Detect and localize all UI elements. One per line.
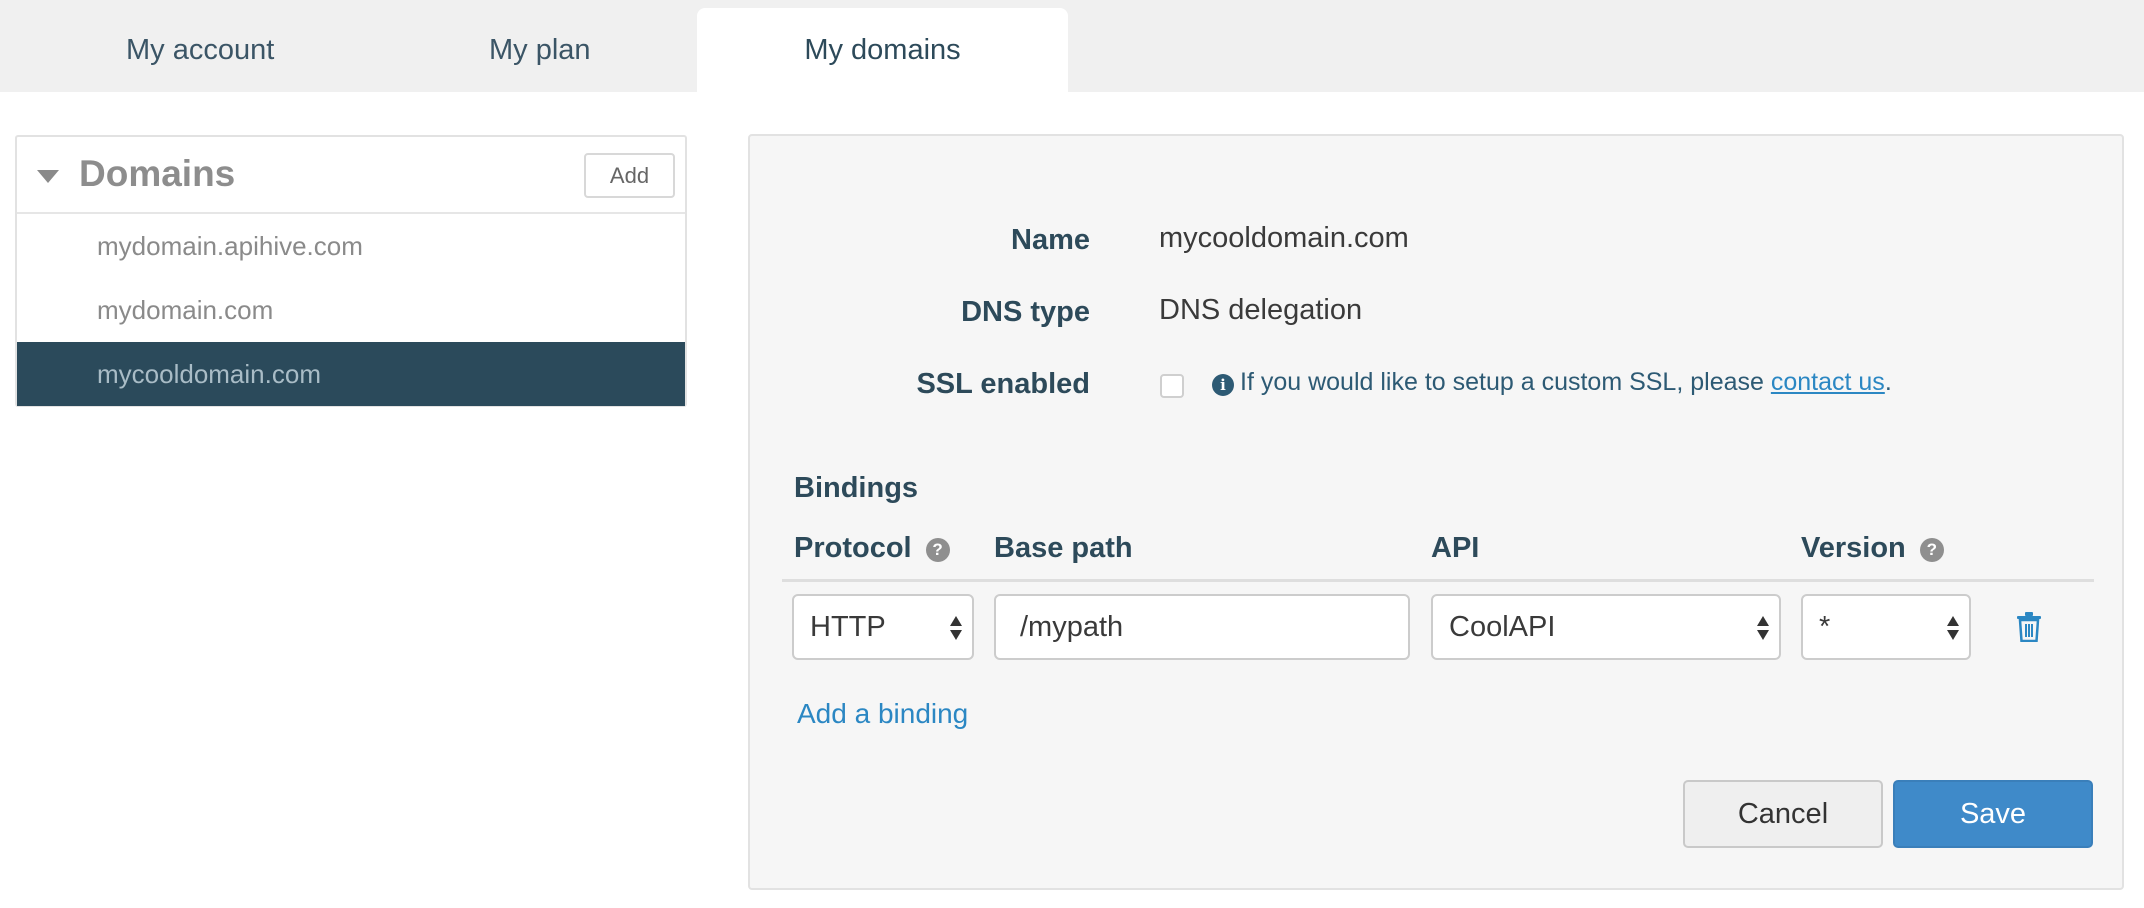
ssl-note-end: .	[1884, 368, 1892, 396]
bindings-title: Bindings	[794, 472, 919, 504]
version-select-value: *	[1819, 610, 1831, 643]
version-header: Version?	[1801, 532, 1944, 565]
tab-bar: My account My plan My domains	[0, 0, 2144, 92]
name-label: Name	[1011, 224, 1090, 256]
api-header: API	[1431, 532, 1480, 564]
caret-down-icon[interactable]	[37, 170, 59, 183]
protocol-header: Protocol?	[794, 532, 950, 565]
domains-title: Domains	[79, 153, 236, 194]
domain-item-mycooldomain[interactable]: mycooldomain.com	[17, 342, 685, 406]
protocol-help-icon[interactable]: ?	[925, 538, 950, 562]
dns-type-label: DNS type	[961, 296, 1090, 328]
name-value: mycooldomain.com	[1159, 222, 1409, 254]
ssl-note-text: If you would like to setup a custom SSL,…	[1240, 368, 1764, 396]
version-select[interactable]: *	[1801, 594, 1971, 660]
tab-my-plan[interactable]: My plan	[420, 8, 660, 92]
select-arrows-icon	[950, 614, 962, 642]
domains-header: Domains Add	[17, 137, 685, 214]
protocol-header-label: Protocol	[794, 532, 912, 564]
protocol-select-value: HTTP	[810, 610, 886, 643]
domain-item-mydomain[interactable]: mydomain.com	[17, 278, 685, 342]
select-arrows-icon	[1947, 614, 1959, 642]
dns-type-value: DNS delegation	[1159, 294, 1363, 326]
domain-item-mydomain-apihive[interactable]: mydomain.apihive.com	[17, 214, 685, 278]
add-domain-button[interactable]: Add	[584, 153, 675, 198]
add-binding-link[interactable]: Add a binding	[797, 698, 968, 730]
info-icon: i	[1212, 374, 1234, 396]
ssl-note: If you would like to setup a custom SSL,…	[1240, 368, 1892, 397]
domains-panel: Domains Add mydomain.apihive.com mydomai…	[15, 135, 687, 407]
protocol-select[interactable]: HTTP	[792, 594, 974, 660]
tab-my-account[interactable]: My account	[76, 8, 316, 92]
version-header-label: Version	[1801, 532, 1906, 564]
version-help-icon[interactable]: ?	[1919, 538, 1944, 562]
ssl-enabled-label: SSL enabled	[916, 368, 1090, 400]
ssl-enabled-checkbox[interactable]	[1160, 374, 1184, 398]
domain-detail-panel: Name mycooldomain.com DNS type DNS deleg…	[748, 134, 2124, 890]
contact-us-link[interactable]: contact us	[1771, 368, 1885, 396]
api-select-value: CoolAPI	[1449, 610, 1556, 643]
api-select[interactable]: CoolAPI	[1431, 594, 1781, 660]
base-path-input[interactable]: /mypath	[994, 594, 1410, 660]
tab-my-domains[interactable]: My domains	[697, 8, 1068, 92]
cancel-button[interactable]: Cancel	[1683, 780, 1883, 848]
trash-icon[interactable]	[2016, 612, 2042, 642]
base-path-header: Base path	[994, 532, 1133, 564]
bindings-header-divider	[782, 579, 2094, 582]
save-button[interactable]: Save	[1893, 780, 2093, 848]
select-arrows-icon	[1757, 614, 1769, 642]
